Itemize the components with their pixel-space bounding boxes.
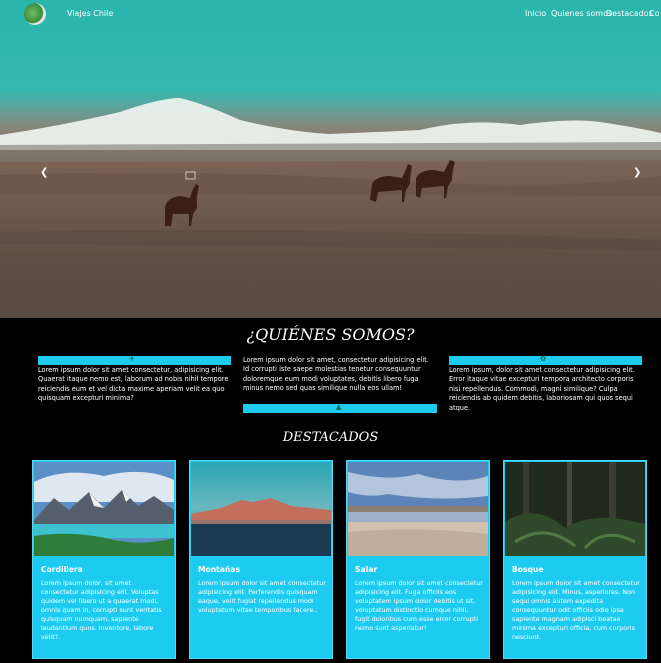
card-title: Salar bbox=[355, 565, 378, 574]
brand-logo[interactable] bbox=[24, 3, 46, 25]
card-image-montanas bbox=[191, 462, 331, 556]
card-text: Lorem ipsum dolor sit amet consectetur a… bbox=[198, 579, 326, 614]
about-bar-3: ✿ bbox=[449, 355, 642, 365]
about-bar-1: ✈ bbox=[38, 355, 231, 365]
card-cordillera[interactable]: Cordillera Lorem ipsum dolor, sit amet c… bbox=[32, 460, 176, 659]
about-title: ¿QUIÉNES SOMOS? bbox=[246, 325, 415, 344]
card-text: Lorem ipsum dolor sit amet consectetur a… bbox=[355, 579, 483, 632]
card-title: Montañas bbox=[198, 565, 240, 574]
card-text: Lorem ipsum dolor sit amet consectetur a… bbox=[512, 579, 640, 641]
nav-link-contacto[interactable]: Co bbox=[649, 9, 659, 18]
about-bar-2: ▲ bbox=[243, 403, 437, 413]
card-bosque[interactable]: Bosque Lorem ipsum dolor sit amet consec… bbox=[503, 460, 647, 659]
nav-link-quienes-somos[interactable]: Quienes somos bbox=[551, 9, 612, 18]
card-image-bosque bbox=[505, 462, 645, 556]
card-image-cordillera bbox=[34, 462, 174, 556]
card-salar[interactable]: Salar Lorem ipsum dolor sit amet consect… bbox=[346, 460, 490, 659]
brand-name[interactable]: Viajes Chile bbox=[67, 9, 113, 18]
hero-carousel: Viajes Chile Inicio Quienes somos Destac… bbox=[0, 0, 661, 318]
about-text-2: Lorem ipsum dolor sit amet, consectetur … bbox=[243, 356, 429, 393]
plane-icon: ✈ bbox=[129, 355, 135, 363]
nav-link-inicio[interactable]: Inicio bbox=[525, 9, 546, 18]
chevron-left-icon[interactable]: ❮ bbox=[40, 167, 48, 178]
hero-image bbox=[0, 98, 661, 250]
about-text-1: Lorem ipsum dolor sit amet consectetur, … bbox=[38, 366, 229, 403]
navbar: Viajes Chile Inicio Quienes somos Destac… bbox=[0, 0, 661, 28]
card-image-salar bbox=[348, 462, 488, 556]
featured-title: DESTACADOS bbox=[282, 430, 379, 445]
card-montanas[interactable]: Montañas Lorem ipsum dolor sit amet cons… bbox=[189, 460, 333, 659]
card-text: Lorem ipsum dolor, sit amet consectetur … bbox=[41, 579, 162, 641]
nav-link-destacados[interactable]: Destacados bbox=[606, 9, 653, 18]
chevron-right-icon[interactable]: ❯ bbox=[633, 167, 641, 178]
card-title: Bosque bbox=[512, 565, 544, 574]
leaf-icon: ✿ bbox=[540, 355, 546, 363]
about-text-3: Lorem ipsum, dolor sit amet consectetur … bbox=[449, 366, 635, 412]
mountain-icon: ▲ bbox=[336, 403, 342, 411]
card-title: Cordillera bbox=[41, 565, 83, 574]
